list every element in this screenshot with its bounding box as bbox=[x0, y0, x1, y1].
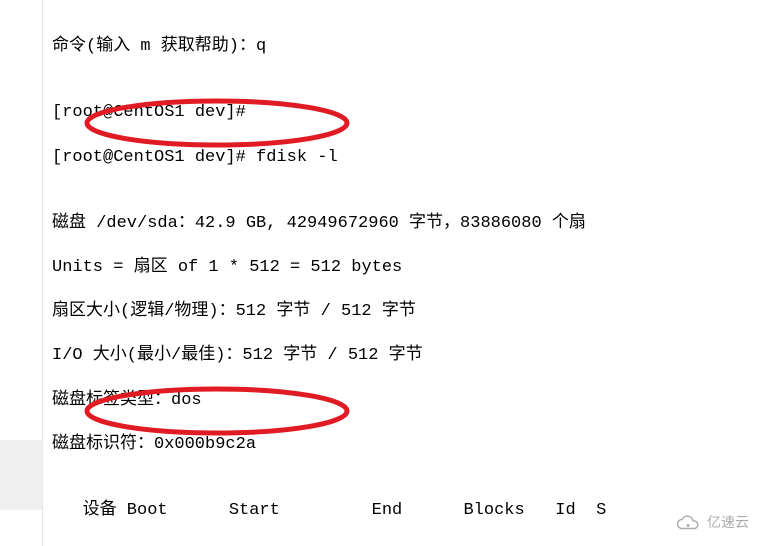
terminal-line: 扇区大小(逻辑/物理)：512 字节 / 512 字节 bbox=[52, 301, 761, 323]
terminal-line: Units = 扇区 of 1 * 512 = 512 bytes bbox=[52, 257, 761, 279]
terminal-line: [root@CentOS1 dev]# bbox=[52, 102, 761, 124]
terminal-line: 设备 Boot Start End Blocks Id S bbox=[52, 500, 761, 522]
watermark-text: 亿速云 bbox=[707, 515, 749, 533]
terminal-line: 磁盘标识符：0x000b9c2a bbox=[52, 434, 761, 456]
terminal-output: 命令(输入 m 获取帮助)：q [root@CentOS1 dev]# [roo… bbox=[0, 0, 761, 546]
terminal-line: [root@CentOS1 dev]# fdisk -l bbox=[52, 147, 761, 169]
terminal-line: 命令(输入 m 获取帮助)：q bbox=[52, 36, 761, 58]
terminal-line: 磁盘 /dev/sda：42.9 GB, 42949672960 字节，8388… bbox=[52, 213, 761, 235]
terminal-line: I/O 大小(最小/最佳)：512 字节 / 512 字节 bbox=[52, 345, 761, 367]
cloud-icon bbox=[673, 514, 703, 534]
terminal-line: 磁盘标签类型：dos bbox=[52, 390, 761, 412]
watermark-logo: 亿速云 bbox=[673, 514, 749, 534]
